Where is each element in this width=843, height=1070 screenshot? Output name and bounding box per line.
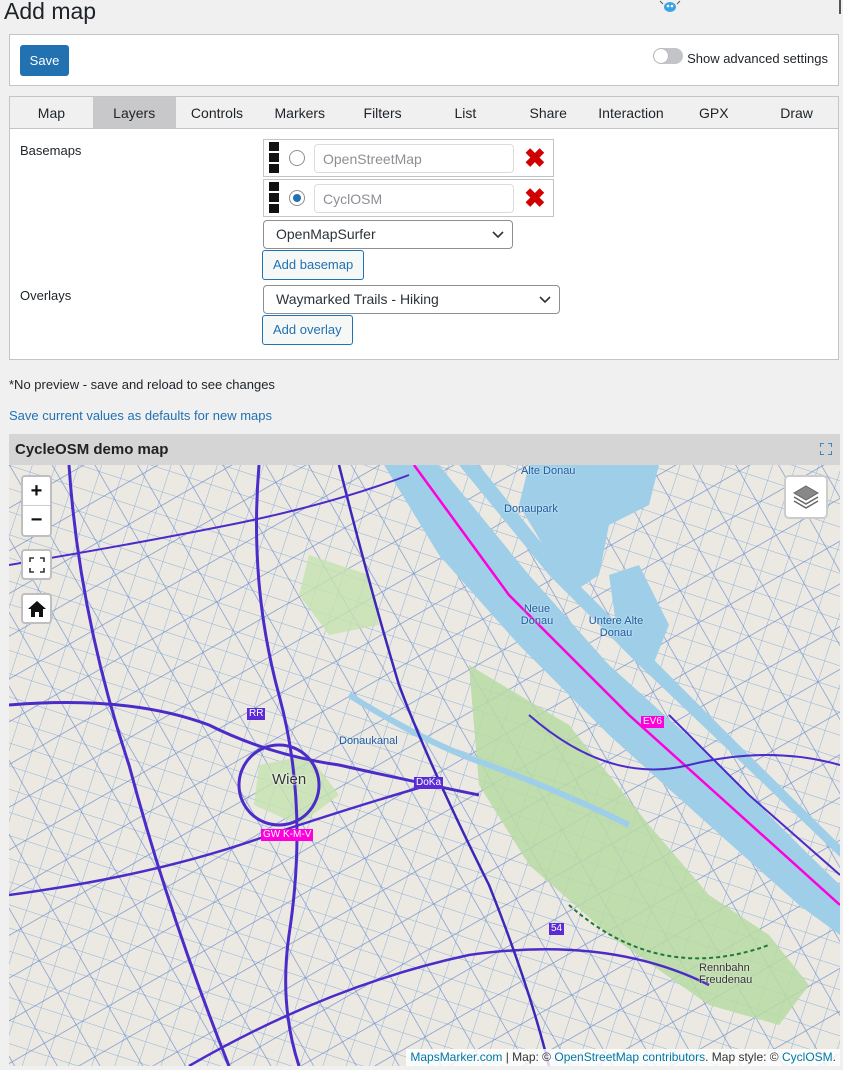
home-icon bbox=[27, 600, 46, 617]
map-place-label: Alte Donau bbox=[521, 465, 576, 477]
zoom-out-button[interactable]: − bbox=[23, 506, 50, 535]
tab-filters[interactable]: Filters bbox=[341, 97, 424, 128]
delete-icon[interactable]: ✖ bbox=[524, 144, 546, 172]
save-panel: Save Show advanced settings bbox=[9, 34, 839, 86]
map-place-label: Neue Donau bbox=[520, 603, 554, 627]
basemap-select[interactable]: OpenMapSurfer bbox=[263, 220, 513, 249]
tab-layers[interactable]: Layers bbox=[92, 97, 176, 128]
tab-share[interactable]: Share bbox=[507, 97, 590, 128]
map-header: CycleOSM demo map bbox=[9, 434, 840, 465]
tab-bar: Map Layers Controls Markers Filters List… bbox=[10, 97, 838, 129]
tab-markers[interactable]: Markers bbox=[258, 97, 341, 128]
overlay-select-value: Waymarked Trails - Hiking bbox=[276, 291, 439, 307]
advanced-settings-label: Show advanced settings bbox=[687, 51, 828, 66]
settings-panel: Map Layers Controls Markers Filters List… bbox=[9, 96, 839, 360]
add-basemap-button[interactable]: Add basemap bbox=[262, 250, 365, 280]
map-city-label: Wien bbox=[272, 771, 307, 788]
map-place-label: Donaupark bbox=[504, 503, 558, 515]
drag-handle-icon[interactable] bbox=[269, 142, 279, 174]
chevron-down-icon bbox=[492, 221, 504, 258]
layers-button[interactable] bbox=[784, 475, 828, 519]
basemap-row: ✖ bbox=[263, 179, 554, 217]
map-place-label: Donaukanal bbox=[339, 735, 398, 747]
tab-draw[interactable]: Draw bbox=[755, 97, 838, 128]
tab-gpx[interactable]: GPX bbox=[672, 97, 755, 128]
overlays-label: Overlays bbox=[20, 288, 72, 303]
attribution-text: . bbox=[832, 1050, 836, 1064]
attribution-text: | Map: © bbox=[502, 1050, 555, 1064]
bug-icon bbox=[659, 0, 681, 12]
map-place-label: Rennbahn Freudenau bbox=[699, 962, 753, 986]
fullscreen-icon bbox=[28, 556, 45, 573]
save-defaults-link[interactable]: Save current values as defaults for new … bbox=[9, 408, 272, 423]
tab-list[interactable]: List bbox=[424, 97, 507, 128]
drag-handle-icon[interactable] bbox=[269, 182, 279, 214]
add-overlay-button[interactable]: Add overlay bbox=[262, 315, 353, 345]
toggle-switch[interactable] bbox=[653, 47, 684, 64]
fullscreen-icon[interactable] bbox=[820, 443, 832, 455]
save-button[interactable]: Save bbox=[20, 45, 69, 76]
no-preview-note: *No preview - save and reload to see cha… bbox=[9, 377, 275, 392]
cyclosm-link[interactable]: CyclOSM bbox=[782, 1050, 833, 1064]
tab-interaction[interactable]: Interaction bbox=[590, 97, 673, 128]
fullscreen-button[interactable] bbox=[21, 549, 52, 580]
basemaps-label: Basemaps bbox=[20, 143, 82, 158]
attribution-text: . Map style: © bbox=[705, 1050, 782, 1064]
route-badge: 54 bbox=[549, 923, 565, 935]
map-canvas[interactable]: Alte Donau Donaupark Neue Donau Untere A… bbox=[9, 465, 840, 1066]
home-button[interactable] bbox=[21, 593, 52, 624]
zoom-control: + − bbox=[21, 475, 52, 537]
advanced-settings-toggle[interactable]: Show advanced settings bbox=[653, 47, 828, 66]
mapsmarker-link[interactable]: MapsMarker.com bbox=[410, 1050, 502, 1064]
page-title: Add map bbox=[4, 0, 97, 24]
osm-link[interactable]: OpenStreetMap contributors bbox=[554, 1050, 705, 1064]
basemap-name-input[interactable] bbox=[314, 184, 514, 213]
tab-map[interactable]: Map bbox=[10, 97, 93, 128]
map-place-label: Untere Alte Donau bbox=[588, 615, 644, 639]
basemap-radio[interactable] bbox=[289, 150, 305, 166]
basemap-name-input[interactable] bbox=[314, 144, 514, 173]
basemap-row: ✖ bbox=[263, 139, 554, 177]
route-badge: EV6 bbox=[641, 716, 664, 728]
overlay-select[interactable]: Waymarked Trails - Hiking bbox=[263, 285, 560, 314]
route-badge: DoKa bbox=[414, 777, 444, 789]
chevron-down-icon bbox=[539, 286, 551, 323]
delete-icon[interactable]: ✖ bbox=[524, 184, 546, 212]
zoom-in-button[interactable]: + bbox=[23, 477, 50, 506]
map-container: CycleOSM demo map Alte Donau Donaupark N… bbox=[9, 434, 840, 1066]
corner-marker bbox=[839, 0, 843, 14]
basemap-select-value: OpenMapSurfer bbox=[276, 226, 376, 242]
map-attribution: MapsMarker.com | Map: © OpenStreetMap co… bbox=[406, 1049, 840, 1066]
route-badge: RR bbox=[247, 708, 266, 720]
route-badge: GW K-M-V bbox=[261, 829, 314, 841]
map-title: CycleOSM demo map bbox=[15, 441, 169, 458]
layers-icon bbox=[793, 485, 819, 509]
tab-controls[interactable]: Controls bbox=[176, 97, 259, 128]
basemap-radio[interactable] bbox=[289, 190, 305, 206]
